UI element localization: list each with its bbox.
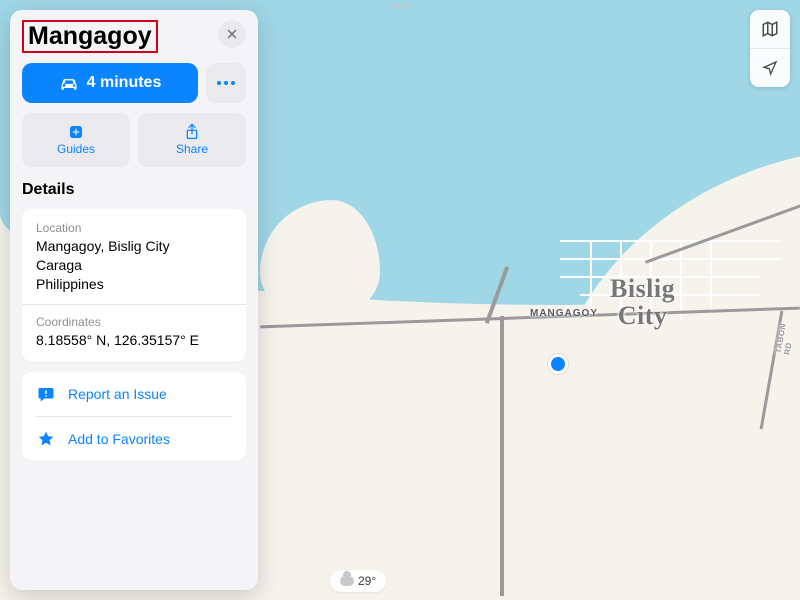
location-line: Philippines [36, 275, 232, 294]
close-button[interactable] [218, 20, 246, 48]
details-heading: Details [22, 181, 246, 199]
location-line: Mangagoy, Bislig City [36, 237, 232, 256]
map-mode-button[interactable] [750, 10, 790, 48]
report-issue-button[interactable]: Report an Issue [22, 372, 246, 416]
exclamation-bubble-icon [36, 384, 56, 404]
guides-button[interactable]: Guides [22, 113, 130, 167]
details-card: Location Mangagoy, Bislig City Caraga Ph… [22, 209, 246, 362]
location-line: Caraga [36, 256, 232, 275]
add-to-favorites-button[interactable]: Add to Favorites [22, 417, 246, 461]
close-icon [226, 28, 238, 40]
place-title: Mangagoy [28, 22, 152, 50]
plus-square-icon [68, 124, 84, 140]
map-controls [750, 10, 790, 87]
share-label: Share [176, 142, 208, 156]
app-root: Bislig City MANGAGOY TABON RD 29° Mangag… [0, 0, 800, 600]
car-icon [59, 75, 79, 91]
map-mode-icon [761, 20, 779, 38]
actions-card: Report an Issue Add to Favorites [22, 372, 246, 461]
guides-label: Guides [57, 142, 95, 156]
place-title-highlight: Mangagoy [22, 20, 158, 53]
current-location-dot [548, 354, 568, 374]
cloud-icon [340, 576, 354, 586]
road [500, 316, 504, 596]
coordinates-label: Coordinates [36, 315, 232, 329]
favorite-label: Add to Favorites [68, 431, 170, 447]
star-icon [36, 429, 56, 449]
more-button[interactable] [206, 63, 246, 103]
directions-button[interactable]: 4 minutes [22, 63, 198, 103]
weather-chip[interactable]: 29° [330, 570, 386, 592]
share-icon [184, 124, 200, 140]
share-button[interactable]: Share [138, 113, 246, 167]
weather-temp: 29° [358, 574, 376, 588]
place-card: Mangagoy 4 minutes Guides [10, 10, 258, 590]
locate-me-button[interactable] [750, 49, 790, 87]
location-arrow-icon [762, 60, 778, 76]
directions-label: 4 minutes [87, 74, 162, 92]
location-label: Location [36, 221, 232, 235]
window-drag-handle[interactable] [391, 4, 409, 8]
city-label: Bislig City [610, 275, 675, 330]
coordinates-value: 8.18558° N, 126.35157° E [36, 331, 232, 350]
mangagoy-label: MANGAGOY [530, 308, 598, 319]
report-label: Report an Issue [68, 386, 167, 402]
